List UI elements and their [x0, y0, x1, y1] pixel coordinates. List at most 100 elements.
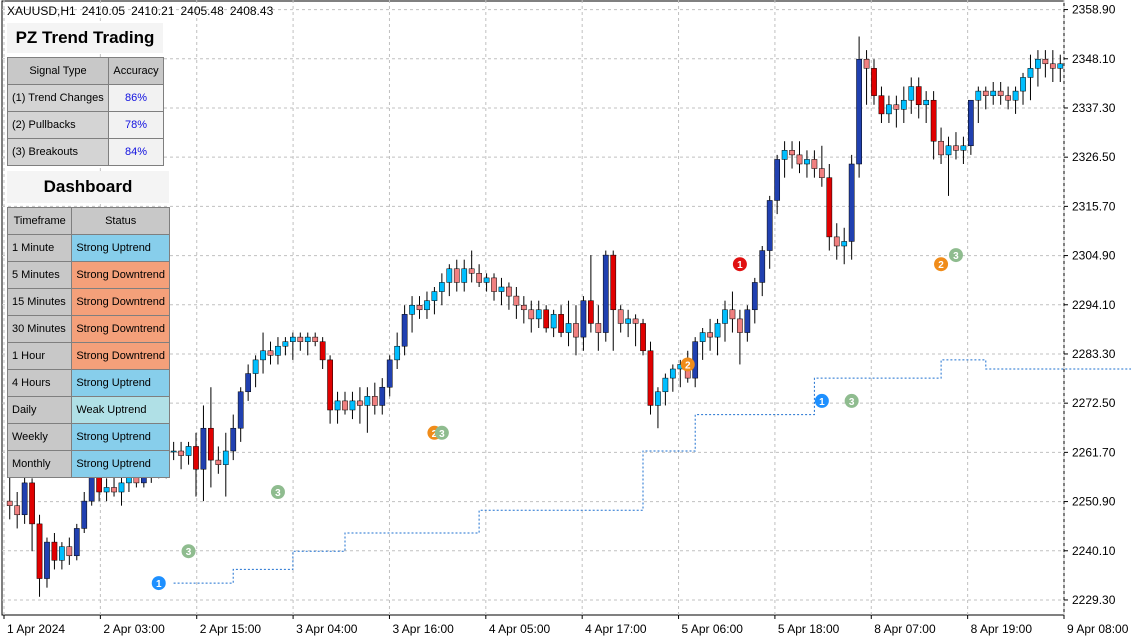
candle-body — [36, 523, 43, 579]
candle-body — [193, 446, 199, 470]
candle-body — [968, 99, 974, 147]
candle-body — [1020, 77, 1026, 92]
candle-body — [647, 350, 654, 406]
candle-body — [610, 254, 617, 311]
candle-body — [498, 286, 505, 292]
time-label: 3 Apr 04:00 — [296, 622, 358, 636]
candle-body — [178, 450, 184, 456]
candle-body — [275, 345, 281, 356]
candle-body — [267, 350, 274, 356]
signal-row: (3) Breakouts 84% — [7, 138, 164, 166]
close-price: 2408.43 — [229, 4, 274, 18]
candle-body — [938, 140, 944, 156]
candle-body — [975, 90, 982, 101]
price-label: 2358.90 — [1072, 3, 1116, 17]
candle-body — [595, 323, 602, 333]
candle-body — [1027, 68, 1034, 78]
candle-body — [386, 359, 393, 388]
candle-body — [6, 500, 13, 506]
candle-body — [319, 341, 326, 361]
candle-body — [431, 291, 438, 301]
symbol-info: XAUUSD,H1 2410.05 2410.21 2405.48 2408.43 — [7, 4, 279, 18]
candle-body — [29, 482, 35, 525]
trend-status: Strong Downtrend — [71, 288, 170, 316]
dashboard-title: Dashboard — [7, 171, 169, 203]
candle-body — [21, 482, 28, 516]
candle-body — [357, 400, 363, 406]
dashboard-row: 5 Minutes Strong Downtrend — [6, 261, 170, 289]
symbol-label: XAUUSD,H1 — [7, 4, 76, 18]
dashboard-row: 15 Minutes Strong Downtrend — [6, 288, 170, 316]
candle-body — [744, 309, 751, 333]
candle-body — [982, 90, 989, 96]
trend-status: Strong Downtrend — [71, 342, 170, 370]
signal-label: (1) Trend Changes — [7, 84, 109, 112]
candle-body — [1035, 58, 1041, 69]
candle-body — [669, 368, 676, 379]
time-label: 2 Apr 15:00 — [200, 622, 262, 636]
timeframe-label: Weekly — [6, 423, 73, 451]
candle-body — [930, 99, 937, 142]
status-header: Status — [71, 207, 170, 235]
signal-label: (3) Breakouts — [7, 138, 109, 166]
candle-body — [461, 268, 468, 283]
candle-body — [796, 154, 803, 165]
signal-marker-label: 3 — [849, 397, 855, 408]
price-label: 2229.30 — [1072, 593, 1116, 607]
candle-body — [751, 282, 758, 311]
candle-body — [953, 145, 959, 151]
trend-status: Strong Downtrend — [71, 315, 170, 343]
candle-body — [208, 427, 214, 461]
candle-body — [453, 268, 460, 283]
trend-status: Strong Uptrend — [71, 450, 170, 478]
candle-body — [915, 86, 922, 106]
candle-body — [252, 359, 259, 374]
signal-type-header: Signal Type — [7, 57, 109, 85]
candle-body — [349, 400, 356, 411]
price-label: 2261.70 — [1072, 445, 1116, 459]
candle-body — [833, 236, 840, 247]
candle-body — [237, 391, 244, 429]
trend-status: Weak Uptrend — [71, 396, 170, 424]
candle-body — [714, 323, 721, 338]
signal-row: (1) Trend Changes 86% — [7, 84, 164, 112]
dashboard-table: Timeframe Status 1 Minute Strong Uptrend 5… — [6, 207, 170, 478]
candle-body — [841, 241, 848, 247]
candle-body — [416, 304, 423, 311]
price-label: 2348.10 — [1072, 52, 1116, 66]
price-label: 2294.10 — [1072, 298, 1116, 312]
candle-body — [230, 427, 237, 452]
signal-marker-label: 2 — [685, 360, 691, 371]
signal-markers: 133232113232 — [151, 248, 963, 591]
dashboard-row: Daily Weak Uptrend — [6, 396, 170, 424]
candle-body — [550, 314, 557, 329]
candle-body — [513, 295, 520, 306]
signal-marker-label: 3 — [953, 251, 959, 262]
candle-body — [893, 104, 900, 110]
candle-body — [565, 323, 572, 333]
candle-body — [722, 309, 728, 324]
time-label: 1 Apr 2024 — [7, 622, 65, 636]
candle-body — [729, 309, 736, 320]
price-label: 2304.90 — [1072, 249, 1116, 263]
candle-body — [334, 400, 341, 411]
time-label: 9 Apr 08:00 — [1067, 622, 1129, 636]
candle-body — [886, 104, 892, 115]
dashboard-row: Weekly Strong Uptrend — [6, 423, 170, 451]
candle-body — [588, 300, 594, 324]
candle-body — [625, 318, 631, 324]
candle-body — [804, 159, 810, 165]
candle-body — [520, 304, 527, 311]
timeframe-label: 5 Minutes — [6, 261, 73, 289]
candle-body — [439, 282, 445, 292]
candle-body — [863, 58, 870, 69]
candle-body — [200, 427, 207, 470]
candle-body — [997, 90, 1004, 96]
time-label: 8 Apr 19:00 — [971, 622, 1033, 636]
candle-body — [535, 309, 542, 320]
candle-body — [632, 318, 639, 324]
candle-body — [476, 273, 482, 283]
signal-accuracy: 78% — [108, 111, 164, 139]
candle-body — [185, 446, 192, 456]
candle-body — [945, 145, 952, 156]
